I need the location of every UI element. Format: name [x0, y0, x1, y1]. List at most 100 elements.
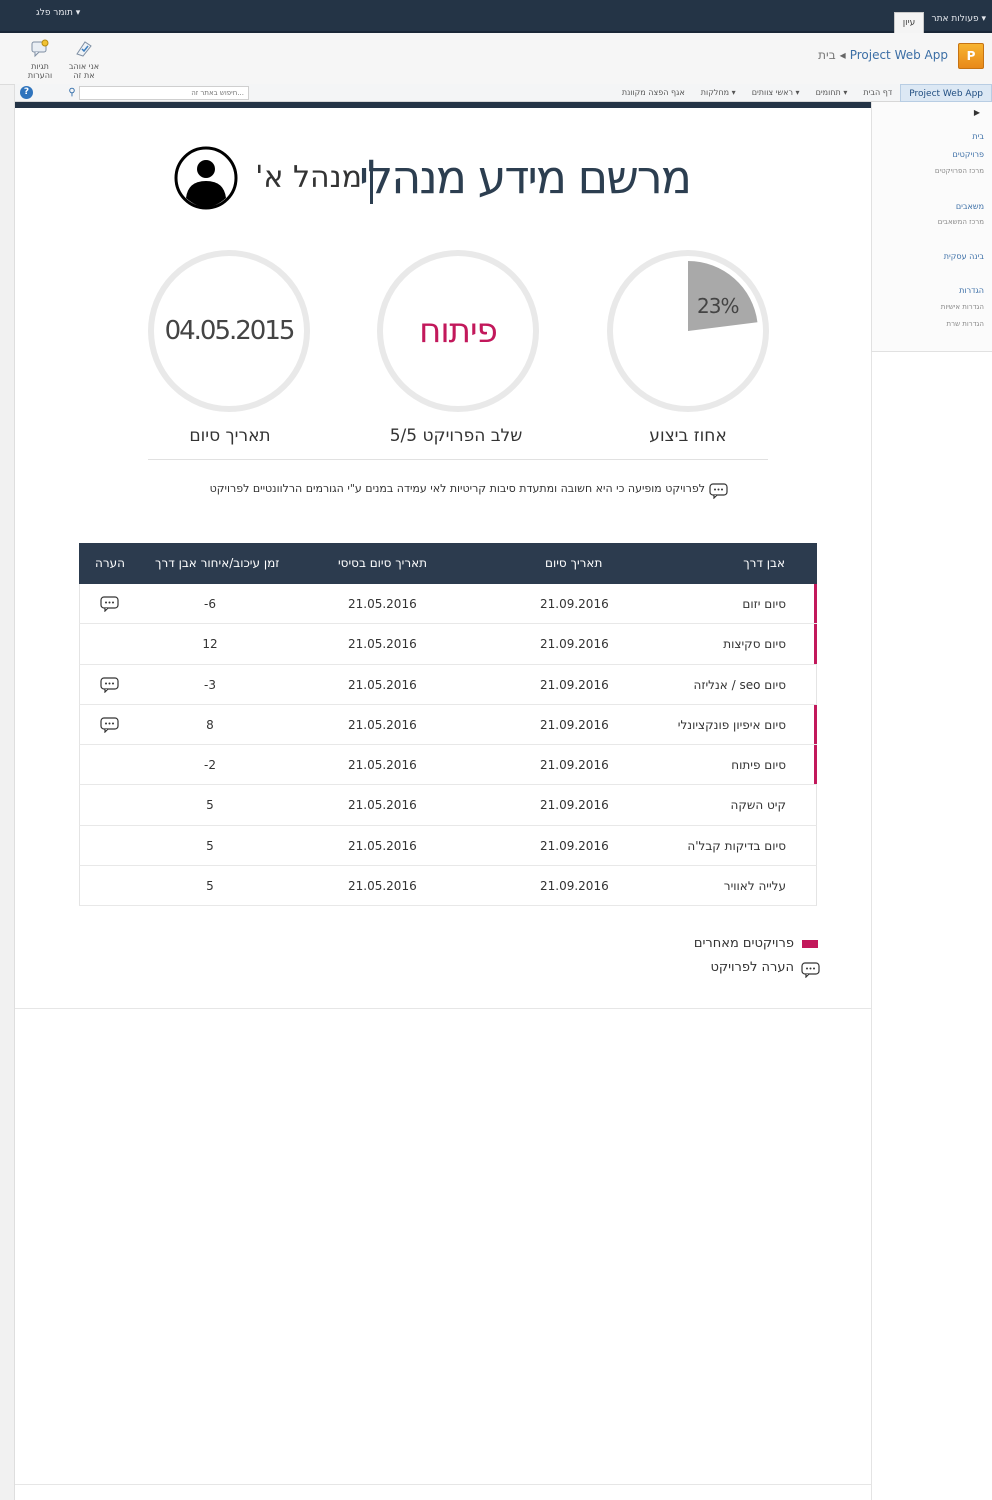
quick-launch-item-2[interactable]: מרכז הפרויקטים: [935, 167, 984, 175]
delay-cell: 5: [206, 879, 214, 894]
table-row: קיט השקה 21.09.2016 21.05.2016 5: [79, 785, 817, 826]
milestones-table: אבן דרך תאריך סיום תאריך סיום בסיסי זמן …: [79, 543, 817, 907]
end-date-cell: 21.09.2016: [540, 838, 609, 853]
stage-value: פיתוח: [419, 311, 498, 351]
quick-launch-item-8[interactable]: הגדרות שרת: [947, 320, 984, 328]
end-date-ring: 04.05.2015: [148, 250, 310, 412]
milestone-cell: סיום יזום: [742, 597, 786, 611]
row-comment-icon[interactable]: [100, 676, 119, 696]
end-date-cell: 21.09.2016: [540, 798, 609, 813]
end-date-cell: 21.09.2016: [540, 677, 609, 692]
content-top-border: [15, 102, 871, 108]
end-date-value: 04.05.2015: [164, 316, 296, 346]
delay-cell: 12: [202, 637, 218, 652]
page-bottom-border: [15, 1484, 871, 1485]
search-input[interactable]: חיפוש באתר זה...: [79, 86, 249, 100]
like-icon: [76, 41, 92, 57]
other-projects-swatch: [802, 940, 818, 948]
search-icon[interactable]: ⚲: [65, 86, 79, 100]
avatar-icon: [174, 146, 238, 210]
quick-launch-divider: [871, 352, 872, 1500]
nav-item-1[interactable]: דף הבית: [855, 84, 900, 102]
delay-cell: 5: [206, 838, 214, 853]
quick-launch-item-0[interactable]: בית: [972, 132, 984, 141]
end-date-cell: 21.09.2016: [540, 717, 609, 732]
quick-launch-item-3[interactable]: משאבים: [956, 202, 984, 211]
site-actions-menu[interactable]: פעולות אתר ▾: [932, 14, 986, 24]
browse-tab[interactable]: עיון: [894, 12, 924, 33]
page-title: מרשם מידע מנהלי: [358, 150, 692, 204]
end-date-cell: 21.09.2016: [540, 637, 609, 652]
baseline-end-cell: 21.05.2016: [348, 758, 417, 773]
content-bottom-border: [15, 1008, 871, 1009]
tags-notes-icon: [31, 39, 49, 58]
header-delay: זמן עיכוב/איחור אבן דרך: [155, 556, 280, 570]
table-row: עלייה לאוויר 21.09.2016 21.05.2016 5: [79, 866, 817, 907]
delay-cell: 5: [206, 798, 214, 813]
help-icon[interactable]: ?: [20, 86, 33, 99]
breadcrumb-home[interactable]: בית: [818, 48, 836, 62]
end-date-caption: תאריך סיום: [189, 426, 271, 446]
completion-pie: [688, 261, 758, 331]
table-row: סיום יזום 21.09.2016 21.05.2016 -6: [79, 584, 817, 625]
tags-notes-label: תגיות והערות: [27, 62, 53, 80]
row-comment-icon[interactable]: [100, 596, 119, 615]
milestone-cell: סיום איפיון פונקציונלי: [677, 717, 786, 732]
nav-item-0[interactable]: Project Web App: [900, 84, 992, 102]
quick-launch: ▶ בית פרויקטים מרכז הפרויקטים משאבים מרכז המ…: [871, 102, 992, 352]
project-web-app-logo-icon: P: [958, 43, 984, 69]
quick-launch-item-7[interactable]: הגדרות אישיות: [941, 303, 984, 311]
header-milestone: אבן דרך: [743, 556, 785, 570]
completion-ring: 23%: [607, 250, 769, 412]
global-navigation: ? ⚲ חיפוש באתר זה... Project Web App דף ה…: [15, 84, 992, 102]
nav-item-4[interactable]: מחלקות ▾: [693, 84, 744, 102]
nav-item-2[interactable]: תחומים ▾: [808, 84, 856, 102]
stage-ring: פיתוח: [377, 250, 539, 412]
milestone-cell: עלייה לאוויר: [723, 879, 786, 894]
project-note: לפרויקט מופיעה כי היא חשובה ומתעדת סיבות…: [209, 482, 705, 495]
row-comment-icon[interactable]: [100, 717, 119, 736]
milestone-cell: סיום seo / אנליזה: [693, 677, 786, 692]
quick-launch-item-4[interactable]: מרכז המשאבים: [938, 218, 984, 226]
user-menu[interactable]: תומר פלג ▾: [36, 8, 80, 18]
table-row: סיום סקיצות 21.09.2016 21.05.2016 12: [79, 624, 817, 665]
delay-cell: -3: [204, 677, 216, 692]
end-date-cell: 21.09.2016: [540, 597, 609, 611]
like-button[interactable]: אני אוהב את זה: [64, 36, 104, 82]
header-comment: הערה: [95, 556, 125, 570]
nav-item-5[interactable]: אגף הפצה מקוונת: [614, 84, 693, 102]
breadcrumb-separator-icon: ◂: [839, 48, 846, 62]
manager-name: מנהל א': [255, 160, 362, 195]
baseline-end-cell: 21.05.2016: [348, 798, 417, 813]
completion-value: 23%: [697, 294, 739, 318]
completion-caption: אחוז ביצוע: [649, 426, 727, 446]
breadcrumb: Project Web App ◂בית: [818, 48, 948, 62]
baseline-end-cell: 21.05.2016: [348, 677, 417, 692]
like-label: אני אוהב את זה: [68, 62, 100, 80]
quick-launch-item-5[interactable]: בינה עסקית: [944, 252, 984, 261]
section-divider: [148, 459, 768, 460]
table-row: סיום פיתוח 21.09.2016 21.05.2016 -2: [79, 745, 817, 786]
baseline-end-cell: 21.05.2016: [348, 879, 417, 894]
nav-item-3[interactable]: ראשי צוותים ▾: [744, 84, 808, 102]
delay-cell: -6: [204, 597, 216, 611]
milestone-cell: סיום בדיקות קבל'ה: [687, 838, 786, 853]
quick-launch-item-1[interactable]: פרויקטים: [953, 150, 984, 159]
table-row: סיום איפיון פונקציונלי 21.09.2016 21.05.20…: [79, 704, 817, 746]
legend-other-projects: פרויקטים מאחרים: [693, 936, 794, 951]
table-header: אבן דרך תאריך סיום תאריך סיום בסיסי זמן …: [79, 543, 817, 584]
delay-cell: -2: [204, 758, 216, 773]
left-strip: [0, 33, 15, 1500]
end-date-cell: 21.09.2016: [540, 879, 609, 894]
quick-launch-item-6[interactable]: הגדרות: [959, 286, 984, 295]
tags-notes-button[interactable]: תגיות והערות: [20, 36, 60, 82]
comment-icon: [709, 483, 728, 499]
expand-arrow-icon[interactable]: ▶: [974, 108, 980, 117]
title-separator: [370, 160, 373, 204]
milestone-cell: סיום סקיצות: [723, 637, 786, 652]
baseline-end-cell: 21.05.2016: [348, 838, 417, 853]
header-end-date: תאריך סיום: [545, 556, 603, 570]
stage-caption: שלב הפרויקט 5/5: [389, 426, 523, 446]
table-body: סיום יזום 21.09.2016 21.05.2016 -6 סיום סקיצ…: [79, 584, 817, 907]
breadcrumb-app[interactable]: Project Web App: [850, 48, 948, 62]
